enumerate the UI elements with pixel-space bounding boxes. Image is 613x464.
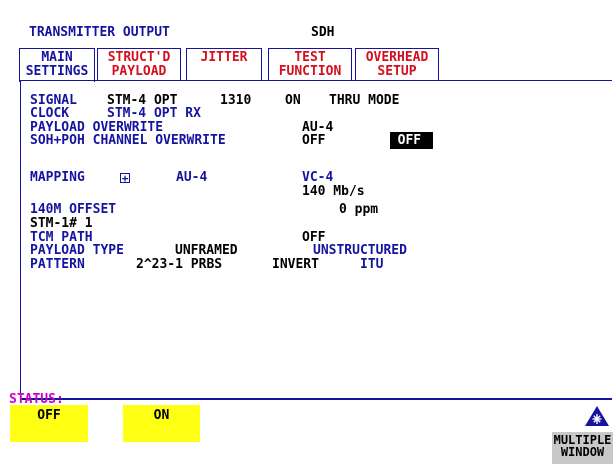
tab-label-line1: STRUCT'D [107, 50, 171, 65]
mode-indicator: SDH [311, 25, 335, 40]
softkey-off[interactable]: OFF [10, 405, 88, 442]
signal-mode[interactable]: THRU MODE [329, 94, 399, 108]
softkey-on[interactable]: ON [123, 405, 200, 442]
pattern-label: PATTERN [30, 257, 85, 272]
plus-box-icon[interactable]: + [120, 173, 130, 184]
tab-label-line1: TEST [294, 50, 326, 65]
signal-state[interactable]: ON [285, 94, 301, 108]
multiple-window-button[interactable]: MULTIPLE WINDOW [552, 432, 613, 464]
tab-overhead-setup[interactable]: OVERHEAD SETUP [355, 48, 439, 81]
offset-label: 140M OFFSET [30, 202, 117, 217]
payload-overwrite-value[interactable]: OFF [389, 132, 434, 149]
tab-jitter[interactable]: JITTER [186, 48, 262, 81]
mapping-au[interactable]: AU-4 [176, 171, 207, 185]
tab-label-line2: SETTINGS [25, 64, 89, 79]
clock-label: CLOCK [30, 106, 70, 121]
multiple-window-line2: WINDOW [560, 445, 605, 459]
mapping-vc[interactable]: VC-4 [302, 171, 333, 185]
pattern-value[interactable]: 2^23-1 PRBS [136, 258, 222, 272]
payload-type-value[interactable]: UNFRAMED [175, 244, 238, 258]
signal-wavelength[interactable]: 1310 [220, 94, 251, 108]
pattern-standard[interactable]: ITU [360, 258, 383, 272]
payload-overwrite-value-wrap: OFF [374, 120, 434, 149]
payload-type-label: PAYLOAD TYPE [30, 243, 124, 258]
tab-label-line2: PAYLOAD [111, 64, 167, 79]
tab-label-line1: OVERHEAD [365, 50, 429, 65]
soh-poh-value[interactable]: OFF [302, 134, 325, 148]
pattern-invert[interactable]: INVERT [272, 258, 319, 272]
tab-label-line2: FUNCTION [278, 64, 342, 79]
tab-label-line1: JITTER [200, 50, 248, 65]
payload-structure[interactable]: UNSTRUCTURED [313, 244, 407, 258]
tab-main-settings[interactable]: MAIN SETTINGS [19, 48, 95, 82]
stm1-selector[interactable]: STM-1# 1 [30, 217, 93, 231]
clock-value[interactable]: STM-4 OPT RX [107, 107, 201, 121]
tab-structd-payload[interactable]: STRUCT'D PAYLOAD [97, 48, 181, 81]
asterisk-triangle-icon [585, 406, 609, 426]
tab-test-function[interactable]: TEST FUNCTION [268, 48, 352, 81]
screen-title: TRANSMITTER OUTPUT [29, 25, 170, 40]
panel-bottom-border [21, 398, 612, 399]
soh-poh-label: SOH+POH CHANNEL OVERWRITE [30, 133, 226, 148]
offset-value[interactable]: 0 ppm [339, 203, 378, 217]
mapping-rate: 140 Mb/s [302, 184, 365, 199]
tab-label-line2: SETUP [377, 64, 417, 79]
mapping-label: MAPPING [30, 170, 85, 185]
tab-label-line1: MAIN [41, 50, 73, 65]
